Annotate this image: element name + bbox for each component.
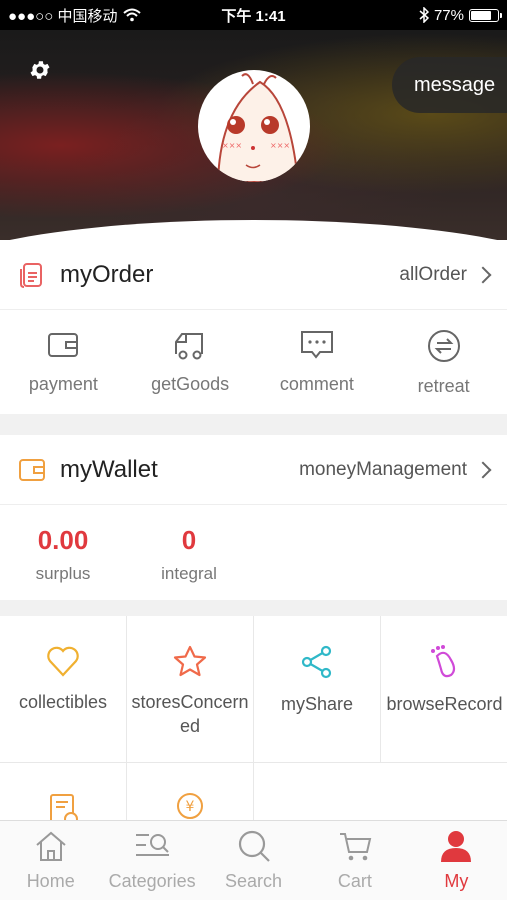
features-grid: collectibles storesConcerned myShare bro…	[0, 616, 507, 820]
section-divider	[0, 414, 507, 435]
chevron-right-icon	[474, 266, 492, 283]
tab-bar: Home Categories Search Cart My	[0, 820, 507, 900]
money-management-label: moneyManagement	[299, 458, 467, 480]
tab-label: Search	[224, 871, 283, 891]
section-divider	[0, 600, 507, 616]
my-share-item[interactable]: myShare	[254, 616, 381, 763]
tab-label: Home	[26, 871, 75, 891]
home-icon	[36, 831, 66, 861]
svg-text:¥: ¥	[186, 799, 195, 815]
wifi-icon	[123, 8, 142, 22]
order-get-goods[interactable]: getGoods	[127, 310, 254, 414]
my-order-header[interactable]: myOrder allOrder	[0, 240, 507, 310]
star-icon	[173, 645, 207, 677]
integral-label: integral	[161, 564, 217, 583]
tab-label: Categories	[108, 871, 196, 891]
footprint-icon	[430, 645, 455, 678]
chevron-right-icon	[474, 461, 492, 478]
order-payment[interactable]: payment	[0, 310, 127, 414]
svg-text:×××: ×××	[270, 141, 290, 150]
wallet-icon	[48, 333, 79, 357]
wallet-icon	[19, 458, 45, 481]
order-item-label: comment	[279, 374, 354, 394]
order-retreat[interactable]: retreat	[380, 310, 507, 414]
my-wallet-header[interactable]: myWallet moneyManagement	[0, 435, 507, 505]
return-icon	[427, 330, 460, 362]
surplus-value: 0.00	[37, 525, 89, 555]
carrier-label: ●●●○○ 中国移动	[8, 7, 118, 25]
order-status-row: payment getGoods comment retreat	[0, 310, 507, 414]
avatar[interactable]: ××× ×××	[198, 70, 310, 182]
order-comment[interactable]: comment	[254, 310, 381, 414]
feature-label: collectibles	[18, 692, 108, 712]
tab-home[interactable]: Home	[0, 821, 101, 900]
all-order-link[interactable]: allOrder	[399, 263, 492, 286]
tab-categories[interactable]: Categories	[101, 821, 202, 900]
bluetooth-icon	[419, 7, 429, 23]
feature-label: storesConcerned	[131, 692, 249, 736]
order-item-label: getGoods	[151, 374, 230, 394]
categories-icon	[136, 834, 170, 856]
status-bar: ●●●○○ 中国移动 下午 1:41 77%	[0, 0, 507, 30]
tab-cart[interactable]: Cart	[304, 821, 405, 900]
integral-value: 0	[181, 525, 197, 555]
order-icon	[20, 262, 42, 288]
user-icon	[441, 831, 472, 862]
message-label: message	[414, 73, 496, 96]
checklist-icon	[50, 794, 78, 820]
wallet-values: 0.00 surplus 0 integral	[0, 505, 507, 600]
coin-icon: ¥	[177, 793, 203, 819]
tab-label: My	[444, 871, 469, 891]
gear-icon[interactable]	[28, 58, 52, 82]
my-wallet-title: myWallet	[60, 455, 158, 483]
money-management-link[interactable]: moneyManagement	[299, 458, 492, 481]
feature-label: myShare	[280, 694, 354, 714]
collectibles-item[interactable]: collectibles	[0, 616, 127, 763]
order-item-label: payment	[28, 374, 98, 394]
tab-search[interactable]: Search	[203, 821, 304, 900]
all-order-label: allOrder	[399, 263, 467, 285]
feature-label: browseRecord	[386, 694, 503, 714]
feature-item-5[interactable]	[0, 763, 127, 820]
order-item-label: retreat	[417, 376, 470, 396]
svg-text:×××: ×××	[222, 141, 242, 150]
battery-percent: 77%	[433, 6, 464, 24]
tab-label: Cart	[337, 871, 372, 891]
tab-my[interactable]: My	[406, 821, 507, 900]
stores-concerned-item[interactable]: storesConcerned	[127, 616, 254, 763]
truck-icon	[175, 333, 204, 360]
integral-stat[interactable]: 0 integral	[126, 505, 252, 600]
my-order-title: myOrder	[60, 260, 154, 288]
feature-item-6[interactable]: ¥	[127, 763, 254, 820]
browse-record-item[interactable]: browseRecord	[381, 616, 507, 763]
comment-icon	[300, 331, 333, 359]
surplus-label: surplus	[35, 564, 91, 583]
share-icon	[301, 645, 332, 679]
cart-icon	[339, 833, 372, 861]
battery-icon	[469, 8, 502, 22]
search-icon	[238, 830, 270, 862]
surplus-stat[interactable]: 0.00 surplus	[0, 505, 126, 600]
message-button[interactable]: message	[392, 57, 507, 113]
profile-header: message ××× ×××	[0, 30, 507, 240]
heart-icon	[47, 646, 79, 677]
